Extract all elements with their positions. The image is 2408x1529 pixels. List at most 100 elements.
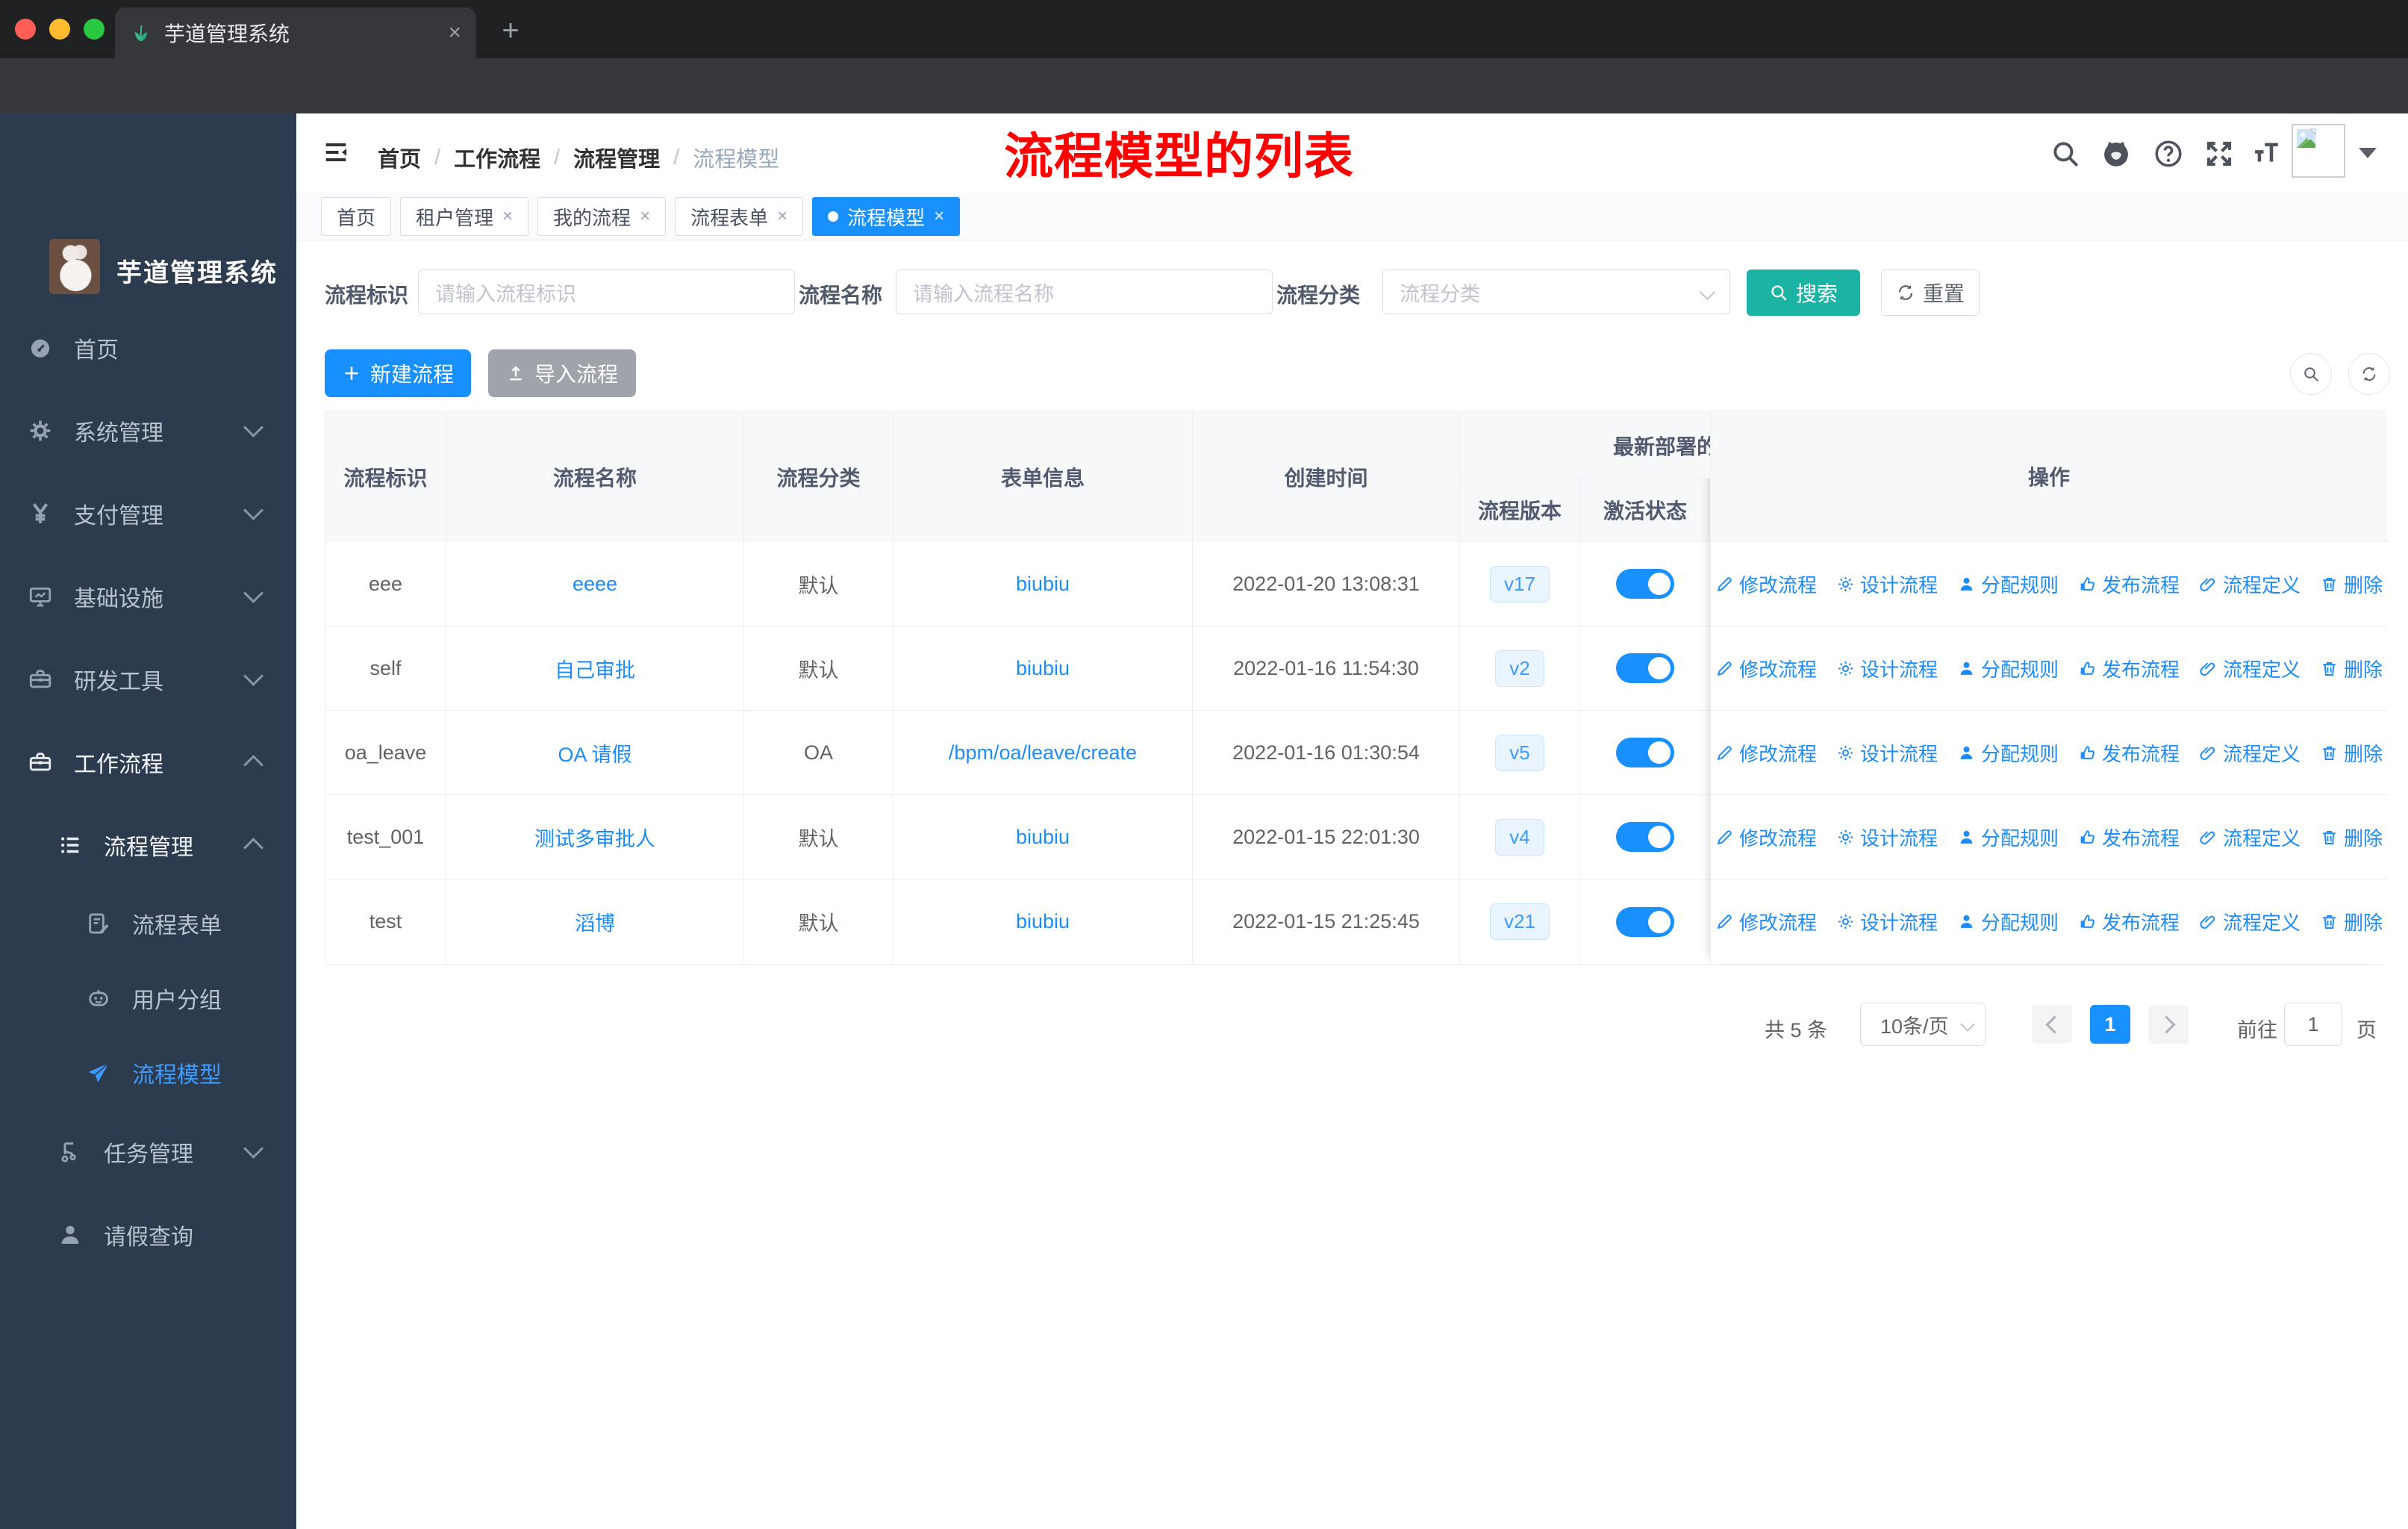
tag-close-icon[interactable] (934, 206, 944, 227)
next-page-button[interactable] (2148, 1005, 2189, 1044)
sidebar-item-infra[interactable]: 基础设施 (0, 555, 296, 638)
tag-process-form[interactable]: 流程表单 (675, 197, 804, 236)
sidebar-item-workflow[interactable]: 工作流程 (0, 720, 296, 803)
form-info-link[interactable]: biubiu (1016, 657, 1070, 680)
tag-my-process[interactable]: 我的流程 (537, 197, 667, 236)
form-info-link[interactable]: biubiu (1016, 573, 1070, 596)
avatar-caret-icon[interactable] (2359, 148, 2377, 158)
process-name-input[interactable]: 请输入流程名称 (896, 270, 1273, 314)
process-name-link[interactable]: OA 请假 (558, 738, 631, 767)
active-toggle[interactable] (1616, 738, 1674, 767)
prev-page-button[interactable] (2032, 1005, 2072, 1044)
process-definition-link[interactable]: 流程定义 (2199, 823, 2301, 851)
design-process-link[interactable]: 设计流程 (1836, 739, 1938, 767)
edit-process-link[interactable]: 修改流程 (1715, 823, 1817, 851)
assign-rule-link[interactable]: 分配规则 (1957, 908, 2059, 935)
avatar[interactable] (2292, 124, 2345, 178)
delete-link[interactable]: 删除 (2320, 823, 2383, 851)
breadcrumb-item[interactable]: 首页 (378, 142, 421, 173)
edit-process-link[interactable]: 修改流程 (1715, 655, 1817, 682)
version-badge[interactable]: v4 (1495, 818, 1544, 856)
sidebar-item-devtools[interactable]: 研发工具 (0, 638, 296, 720)
process-id-input[interactable]: 请输入流程标识 (418, 270, 795, 314)
process-definition-link[interactable]: 流程定义 (2199, 570, 2301, 598)
breadcrumb-item[interactable]: 流程管理 (573, 142, 660, 173)
publish-process-link[interactable]: 发布流程 (2078, 908, 2180, 935)
sidebar-item-home[interactable]: 首页 (0, 306, 296, 389)
active-toggle[interactable] (1616, 569, 1674, 599)
active-toggle[interactable] (1616, 906, 1674, 937)
design-process-link[interactable]: 设计流程 (1836, 655, 1938, 682)
refresh-table-button[interactable] (2348, 353, 2390, 395)
breadcrumb-item[interactable]: 工作流程 (454, 142, 540, 173)
publish-process-link[interactable]: 发布流程 (2078, 823, 2180, 851)
version-badge[interactable]: v17 (1490, 565, 1550, 602)
sidebar-item-task-mgmt[interactable]: 任务管理 (0, 1110, 296, 1193)
process-definition-link[interactable]: 流程定义 (2199, 655, 2301, 682)
sidebar-item-user-group[interactable]: 用户分组 (0, 961, 296, 1036)
toggle-search-button[interactable] (2290, 353, 2332, 395)
tag-home[interactable]: 首页 (321, 197, 392, 236)
edit-process-link[interactable]: 修改流程 (1715, 570, 1817, 598)
tag-close-icon[interactable] (777, 206, 787, 227)
delete-link[interactable]: 删除 (2320, 655, 2383, 682)
collapse-sidebar-icon[interactable] (321, 137, 351, 167)
sidebar-item-payment[interactable]: 支付管理 (0, 472, 296, 555)
publish-process-link[interactable]: 发布流程 (2078, 739, 2180, 767)
design-process-link[interactable]: 设计流程 (1836, 570, 1938, 598)
sidebar-item-process-model[interactable]: 流程模型 (0, 1036, 296, 1110)
form-info-link[interactable]: /bpm/oa/leave/create (949, 741, 1137, 764)
process-category-select[interactable]: 流程分类 (1382, 270, 1730, 314)
tab-close-icon[interactable] (448, 22, 461, 44)
delete-link[interactable]: 删除 (2320, 570, 2383, 598)
process-definition-link[interactable]: 流程定义 (2199, 908, 2301, 935)
assign-rule-link[interactable]: 分配规则 (1957, 570, 2059, 598)
create-process-button[interactable]: 新建流程 (325, 349, 471, 397)
process-name-link[interactable]: 自己审批 (555, 654, 635, 683)
process-name-link[interactable]: 测试多审批人 (534, 823, 655, 852)
assign-rule-link[interactable]: 分配规则 (1957, 739, 2059, 767)
process-name-link[interactable]: 滔博 (575, 907, 615, 936)
sidebar-item-system[interactable]: 系统管理 (0, 389, 296, 472)
assign-rule-link[interactable]: 分配规则 (1957, 655, 2059, 682)
sidebar-item-process-form[interactable]: 流程表单 (0, 886, 296, 961)
reset-button[interactable]: 重置 (1881, 270, 1980, 316)
assign-rule-link[interactable]: 分配规则 (1957, 823, 2059, 851)
fullscreen-icon[interactable] (2203, 138, 2235, 169)
window-maximize-button[interactable] (84, 19, 105, 40)
tag-close-icon[interactable] (502, 206, 513, 227)
github-icon[interactable] (2099, 136, 2133, 170)
publish-process-link[interactable]: 发布流程 (2078, 655, 2180, 682)
publish-process-link[interactable]: 发布流程 (2078, 570, 2180, 598)
version-badge[interactable]: v2 (1495, 650, 1544, 687)
current-page-button[interactable]: 1 (2090, 1005, 2130, 1044)
sidebar-item-process-mgmt[interactable]: 流程管理 (0, 803, 296, 886)
page-size-select[interactable]: 10条/页 (1860, 1003, 1986, 1046)
import-process-button[interactable]: 导入流程 (488, 349, 636, 397)
process-name-link[interactable]: eeee (573, 573, 617, 596)
window-minimize-button[interactable] (49, 19, 70, 40)
delete-link[interactable]: 删除 (2320, 739, 2383, 767)
browser-tab[interactable]: 芋道管理系统 (115, 7, 476, 58)
window-close-button[interactable] (15, 19, 36, 40)
goto-page-input[interactable] (2284, 1003, 2342, 1046)
process-definition-link[interactable]: 流程定义 (2199, 739, 2301, 767)
new-tab-button[interactable] (496, 16, 525, 46)
design-process-link[interactable]: 设计流程 (1836, 908, 1938, 935)
version-badge[interactable]: v5 (1495, 734, 1544, 771)
search-button[interactable]: 搜索 (1747, 270, 1860, 316)
edit-process-link[interactable]: 修改流程 (1715, 739, 1817, 767)
form-info-link[interactable]: biubiu (1016, 910, 1070, 933)
form-info-link[interactable]: biubiu (1016, 826, 1070, 849)
font-size-icon[interactable] (2250, 138, 2283, 169)
active-toggle[interactable] (1616, 822, 1674, 852)
version-badge[interactable]: v21 (1490, 903, 1550, 940)
design-process-link[interactable]: 设计流程 (1836, 823, 1938, 851)
tag-process-model[interactable]: 流程模型 (812, 197, 961, 236)
search-icon[interactable] (2050, 138, 2081, 169)
help-icon[interactable] (2153, 138, 2184, 169)
delete-link[interactable]: 删除 (2320, 908, 2383, 935)
edit-process-link[interactable]: 修改流程 (1715, 908, 1817, 935)
tag-close-icon[interactable] (640, 206, 650, 227)
active-toggle[interactable] (1616, 653, 1674, 683)
